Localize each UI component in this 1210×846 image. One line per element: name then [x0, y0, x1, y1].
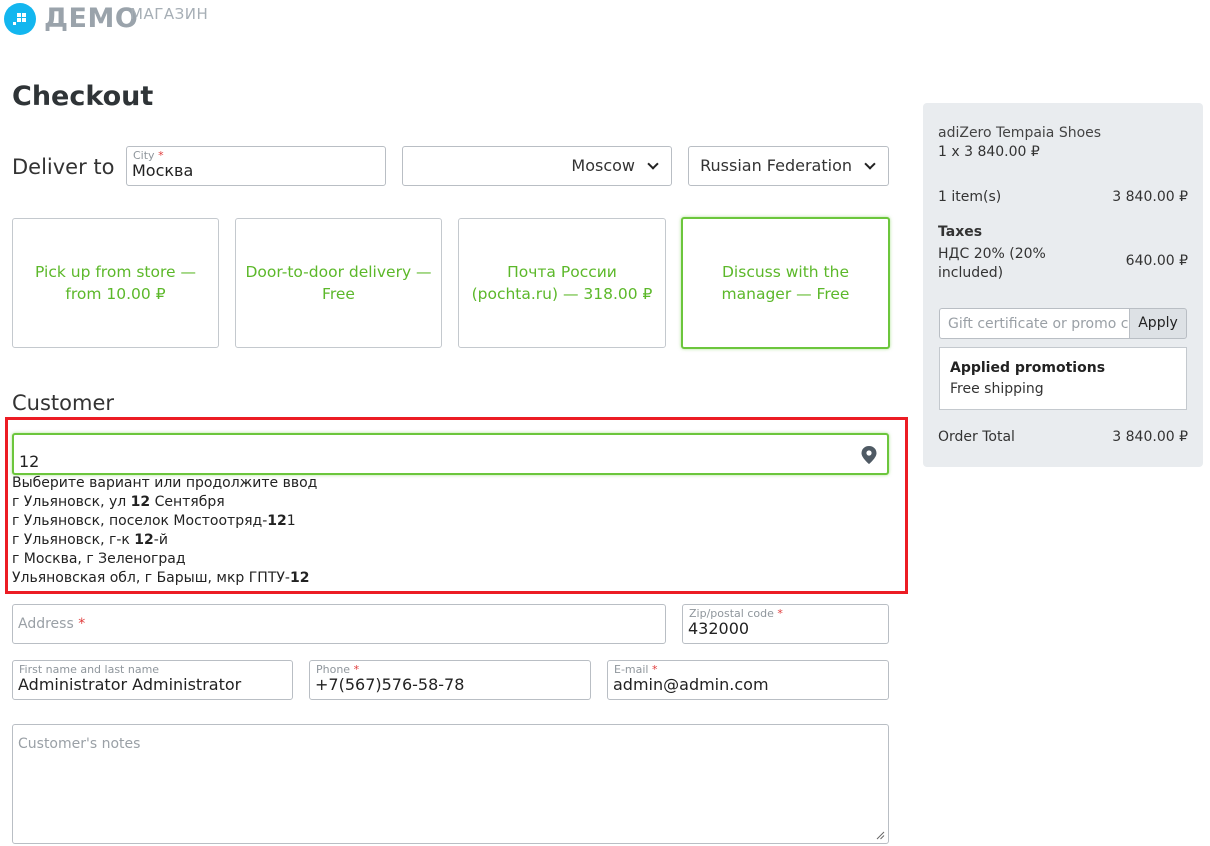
region-select[interactable]: Moscow [402, 146, 672, 186]
shipping-option-manager[interactable]: Discuss with the manager — Free [681, 217, 890, 349]
address-search-input[interactable]: 12 [12, 433, 889, 475]
suggestion-item[interactable]: Ульяновская обл, г Барыш, мкр ГПТУ-12 [12, 569, 309, 588]
address-search-value: 12 [19, 452, 40, 471]
country-selected-value: Russian Federation [700, 156, 852, 175]
phone-value: +7(567)576-58-78 [315, 675, 465, 694]
location-pin-icon[interactable] [860, 445, 878, 465]
items-count: 1 item(s) [938, 189, 1002, 205]
items-total: 3 840.00 ₽ [1112, 189, 1188, 205]
customer-section-title: Customer [12, 391, 115, 415]
zip-field[interactable]: Zip/postal code * 432000 [682, 604, 889, 644]
shipping-option-label: Discuss with the manager — Free [721, 263, 850, 303]
logo-brand-text[interactable]: ДЕМО [44, 4, 138, 34]
suggestion-item[interactable]: г Ульяновск, г-к 12-й [12, 531, 168, 550]
tax-name-line2: included) [938, 265, 1004, 281]
phone-field[interactable]: Phone * +7(567)576-58-78 [309, 660, 591, 700]
shipping-option-pickup[interactable]: Pick up from store — from 10.00 ₽ [12, 218, 219, 348]
promotion-item: Free shipping [950, 381, 1044, 397]
apply-promo-button[interactable]: Apply [1129, 308, 1187, 339]
country-select[interactable]: Russian Federation [688, 146, 889, 186]
logo-sub-text[interactable]: МАГАЗИН [130, 6, 208, 22]
tax-value: 640.00 ₽ [1125, 253, 1188, 269]
deliver-to-label: Deliver to [12, 155, 115, 179]
zip-value: 432000 [688, 619, 750, 638]
order-total-label: Order Total [938, 429, 1015, 445]
promotions-title: Applied promotions [950, 360, 1106, 376]
shipping-option-label: Pick up from store — from 10.00 ₽ [35, 263, 196, 303]
product-qty-price: 1 x 3 840.00 ₽ [938, 144, 1040, 160]
shipping-option-label: Door-to-door delivery — Free [245, 263, 432, 303]
suggestions-hint: Выберите вариант или продолжите ввод [12, 475, 318, 491]
suggestion-item[interactable]: г Москва, г Зеленоград [12, 550, 186, 569]
taxes-title: Taxes [938, 224, 983, 240]
order-total-value: 3 840.00 ₽ [1112, 429, 1188, 445]
suggestion-item[interactable]: г Ульяновск, поселок Мостоотряд-121 [12, 512, 296, 531]
applied-promotions-box [939, 347, 1187, 410]
address-placeholder: Address * [18, 616, 86, 632]
city-value: Москва [132, 161, 194, 180]
city-field[interactable]: City * Москва [126, 146, 386, 186]
tax-name-line1: НДС 20% (20% [938, 246, 1046, 262]
promo-placeholder: Gift certificate or promo code [948, 316, 1130, 332]
chevron-down-icon [864, 158, 876, 170]
customer-notes-textarea[interactable]: Customer's notes [12, 724, 889, 844]
suggestion-item[interactable]: г Ульяновск, ул 12 Сентября [12, 493, 225, 512]
email-value: admin@admin.com [613, 675, 769, 694]
email-field[interactable]: E-mail * admin@admin.com [607, 660, 889, 700]
shipping-option-pochta[interactable]: Почта России (pochta.ru) — 318.00 ₽ [458, 218, 666, 348]
product-name[interactable]: adiZero Tempaia Shoes [938, 124, 1101, 143]
promo-code-input[interactable]: Gift certificate or promo code [939, 308, 1130, 339]
notes-placeholder: Customer's notes [18, 736, 141, 752]
page-title: Checkout [12, 81, 154, 112]
address-field[interactable]: Address * [12, 604, 666, 644]
logo-icon[interactable] [4, 3, 36, 35]
shipping-option-label: Почта России (pochta.ru) — 318.00 ₽ [471, 263, 653, 303]
resize-grip-icon[interactable] [876, 831, 885, 840]
shipping-option-door-to-door[interactable]: Door-to-door delivery — Free [235, 218, 442, 348]
name-field[interactable]: First name and last name Administrator A… [12, 660, 293, 700]
name-value: Administrator Administrator [18, 675, 242, 694]
chevron-down-icon [647, 158, 659, 170]
region-selected-value: Moscow [571, 156, 635, 175]
